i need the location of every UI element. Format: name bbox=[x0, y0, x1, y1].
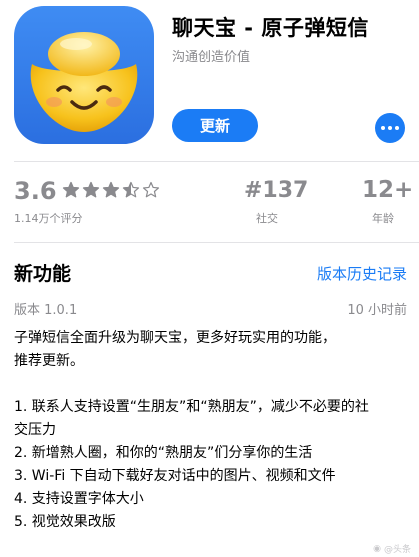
divider bbox=[14, 242, 419, 243]
divider bbox=[14, 161, 419, 162]
notes-item: 5. 视觉效果改版 bbox=[14, 514, 116, 530]
notes-line: 子弹短信全面升级为聊天宝，更多好玩实用的功能， bbox=[14, 330, 336, 346]
notes-item: 3. Wi-Fi 下自动下载好友对话中的图片、视频和文件 bbox=[14, 468, 336, 484]
weibo-icon: ◉ bbox=[373, 543, 381, 554]
age-rating-value: 12+ bbox=[362, 177, 414, 203]
whats-new-title: 新功能 bbox=[14, 263, 72, 285]
rating-count: 1.14万个评分 bbox=[14, 212, 83, 225]
app-icon bbox=[14, 6, 154, 144]
rank-category-label: 社交 bbox=[256, 212, 278, 225]
version-history-link[interactable]: 版本历史记录 bbox=[317, 263, 407, 284]
notes-item: 4. 支持设置字体大小 bbox=[14, 491, 144, 507]
star-icon bbox=[62, 181, 80, 198]
star-icon bbox=[122, 181, 140, 198]
star-icon bbox=[142, 181, 160, 198]
app-subtitle: 沟通创造价值 bbox=[172, 50, 251, 65]
rating-value: 3.6 bbox=[14, 177, 57, 205]
update-button[interactable]: 更新 bbox=[172, 109, 258, 142]
age-rating-label: 年龄 bbox=[372, 212, 394, 225]
watermark-text: @头条 bbox=[383, 545, 411, 555]
rating-stars bbox=[62, 181, 160, 199]
rank-value: #137 bbox=[244, 178, 309, 203]
updated-time: 10 小时前 bbox=[347, 303, 407, 318]
notes-item: 1. 联系人支持设置“生朋友”和“熟朋友”，减少不必要的社 bbox=[14, 399, 369, 415]
notes-item: 2. 新增熟人圈，和你的“熟朋友”们分享你的生活 bbox=[14, 445, 313, 461]
notes-line: 推荐更新。 bbox=[14, 353, 84, 369]
star-icon bbox=[82, 181, 100, 198]
star-icon bbox=[102, 181, 120, 198]
watermark: ◉ @头条 bbox=[373, 542, 411, 556]
ellipsis-icon bbox=[381, 126, 385, 130]
version-label: 版本 1.0.1 bbox=[14, 303, 78, 318]
app-title: 聊天宝 - 原子弹短信 bbox=[172, 16, 369, 40]
release-notes: 子弹短信全面升级为聊天宝，更多好玩实用的功能， 推荐更新。 1. 联系人支持设置… bbox=[14, 327, 409, 534]
notes-item: 交压力 bbox=[14, 422, 56, 438]
more-options-button[interactable] bbox=[375, 113, 405, 143]
